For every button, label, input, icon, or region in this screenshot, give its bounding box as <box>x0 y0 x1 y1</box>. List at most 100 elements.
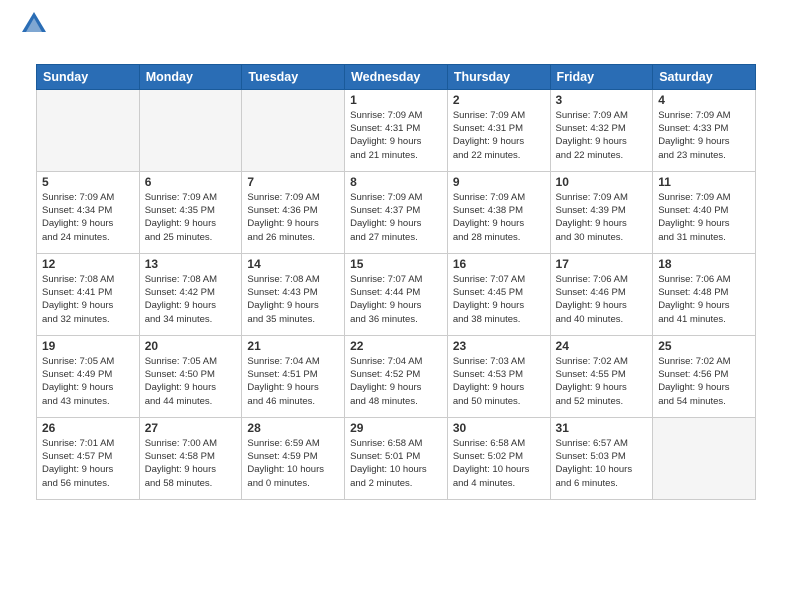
logo-icon <box>20 10 48 38</box>
day-info: Sunrise: 7:09 AM Sunset: 4:31 PM Dayligh… <box>350 109 442 162</box>
day-info: Sunrise: 7:04 AM Sunset: 4:52 PM Dayligh… <box>350 355 442 408</box>
day-cell: 4Sunrise: 7:09 AM Sunset: 4:33 PM Daylig… <box>653 89 756 171</box>
day-cell: 10Sunrise: 7:09 AM Sunset: 4:39 PM Dayli… <box>550 171 653 253</box>
day-number: 17 <box>556 257 648 271</box>
day-cell: 30 Sunrise: 6:58 AM Sunset: 5:02 PM Dayli… <box>447 417 550 499</box>
day-cell <box>37 89 140 171</box>
day-info: Sunrise: 7:08 AM Sunset: 4:42 PM Dayligh… <box>145 273 237 326</box>
day-cell <box>139 89 242 171</box>
day-number: 16 <box>453 257 545 271</box>
day-cell: 2Sunrise: 7:09 AM Sunset: 4:31 PM Daylig… <box>447 89 550 171</box>
day-number: 11 <box>658 175 750 189</box>
day-cell: 9Sunrise: 7:09 AM Sunset: 4:38 PM Daylig… <box>447 171 550 253</box>
day-number: 7 <box>247 175 339 189</box>
day-number: 26 <box>42 421 134 435</box>
weekday-sunday: Sunday <box>37 64 140 89</box>
week-row-3: 12 Sunrise: 7:08 AM Sunset: 4:41 PM Dayli… <box>37 253 756 335</box>
day-info: Sunrise: 7:09 AM Sunset: 4:37 PM Dayligh… <box>350 191 442 244</box>
logo <box>18 10 48 58</box>
day-number: 2 <box>453 93 545 107</box>
weekday-tuesday: Tuesday <box>242 64 345 89</box>
weekday-header-row: SundayMondayTuesdayWednesdayThursdayFrid… <box>37 64 756 89</box>
day-cell: 1 Sunrise: 7:09 AM Sunset: 4:31 PM Daylig… <box>345 89 448 171</box>
day-info: Sunrise: 7:01 AM Sunset: 4:57 PM Dayligh… <box>42 437 134 490</box>
weekday-wednesday: Wednesday <box>345 64 448 89</box>
day-info: Sunrise: 7:07 AM Sunset: 4:44 PM Dayligh… <box>350 273 442 326</box>
day-cell: 28Sunrise: 6:59 AM Sunset: 4:59 PM Dayli… <box>242 417 345 499</box>
day-number: 20 <box>145 339 237 353</box>
day-info: Sunrise: 7:09 AM Sunset: 4:40 PM Dayligh… <box>658 191 750 244</box>
day-cell: 17 Sunrise: 7:06 AM Sunset: 4:46 PM Dayli… <box>550 253 653 335</box>
day-info: Sunrise: 7:05 AM Sunset: 4:50 PM Dayligh… <box>145 355 237 408</box>
day-number: 5 <box>42 175 134 189</box>
day-number: 19 <box>42 339 134 353</box>
day-info: Sunrise: 7:07 AM Sunset: 4:45 PM Dayligh… <box>453 273 545 326</box>
logo-text <box>18 10 48 58</box>
day-info: Sunrise: 7:06 AM Sunset: 4:46 PM Dayligh… <box>556 273 648 326</box>
day-info: Sunrise: 7:05 AM Sunset: 4:49 PM Dayligh… <box>42 355 134 408</box>
day-cell: 13 Sunrise: 7:08 AM Sunset: 4:42 PM Dayli… <box>139 253 242 335</box>
day-number: 24 <box>556 339 648 353</box>
day-info: Sunrise: 7:04 AM Sunset: 4:51 PM Dayligh… <box>247 355 339 408</box>
week-row-2: 5 Sunrise: 7:09 AM Sunset: 4:34 PM Daylig… <box>37 171 756 253</box>
day-cell: 24 Sunrise: 7:02 AM Sunset: 4:55 PM Dayli… <box>550 335 653 417</box>
day-info: Sunrise: 7:03 AM Sunset: 4:53 PM Dayligh… <box>453 355 545 408</box>
day-info: Sunrise: 6:57 AM Sunset: 5:03 PM Dayligh… <box>556 437 648 490</box>
day-number: 21 <box>247 339 339 353</box>
day-number: 31 <box>556 421 648 435</box>
day-cell: 6 Sunrise: 7:09 AM Sunset: 4:35 PM Daylig… <box>139 171 242 253</box>
day-cell: 14 Sunrise: 7:08 AM Sunset: 4:43 PM Dayli… <box>242 253 345 335</box>
day-cell: 7 Sunrise: 7:09 AM Sunset: 4:36 PM Daylig… <box>242 171 345 253</box>
day-cell: 16 Sunrise: 7:07 AM Sunset: 4:45 PM Dayli… <box>447 253 550 335</box>
day-cell: 21 Sunrise: 7:04 AM Sunset: 4:51 PM Dayli… <box>242 335 345 417</box>
day-info: Sunrise: 7:09 AM Sunset: 4:36 PM Dayligh… <box>247 191 339 244</box>
day-cell: 29Sunrise: 6:58 AM Sunset: 5:01 PM Dayli… <box>345 417 448 499</box>
day-number: 12 <box>42 257 134 271</box>
day-cell: 8 Sunrise: 7:09 AM Sunset: 4:37 PM Daylig… <box>345 171 448 253</box>
day-cell: 27Sunrise: 7:00 AM Sunset: 4:58 PM Dayli… <box>139 417 242 499</box>
day-info: Sunrise: 7:02 AM Sunset: 4:55 PM Dayligh… <box>556 355 648 408</box>
day-cell: 19 Sunrise: 7:05 AM Sunset: 4:49 PM Dayli… <box>37 335 140 417</box>
day-number: 23 <box>453 339 545 353</box>
day-info: Sunrise: 7:08 AM Sunset: 4:43 PM Dayligh… <box>247 273 339 326</box>
day-number: 1 <box>350 93 442 107</box>
day-info: Sunrise: 6:58 AM Sunset: 5:02 PM Dayligh… <box>453 437 545 490</box>
day-cell: 20 Sunrise: 7:05 AM Sunset: 4:50 PM Dayli… <box>139 335 242 417</box>
day-cell: 11 Sunrise: 7:09 AM Sunset: 4:40 PM Dayli… <box>653 171 756 253</box>
weekday-saturday: Saturday <box>653 64 756 89</box>
day-number: 6 <box>145 175 237 189</box>
week-row-4: 19 Sunrise: 7:05 AM Sunset: 4:49 PM Dayli… <box>37 335 756 417</box>
day-number: 30 <box>453 421 545 435</box>
weekday-monday: Monday <box>139 64 242 89</box>
day-info: Sunrise: 7:00 AM Sunset: 4:58 PM Dayligh… <box>145 437 237 490</box>
page: SundayMondayTuesdayWednesdayThursdayFrid… <box>0 0 792 612</box>
calendar-wrapper: SundayMondayTuesdayWednesdayThursdayFrid… <box>0 64 792 500</box>
calendar-table: SundayMondayTuesdayWednesdayThursdayFrid… <box>36 64 756 500</box>
day-cell: 23 Sunrise: 7:03 AM Sunset: 4:53 PM Dayli… <box>447 335 550 417</box>
header <box>0 0 792 64</box>
day-number: 13 <box>145 257 237 271</box>
day-number: 4 <box>658 93 750 107</box>
day-cell <box>653 417 756 499</box>
day-number: 15 <box>350 257 442 271</box>
day-number: 8 <box>350 175 442 189</box>
day-cell: 31 Sunrise: 6:57 AM Sunset: 5:03 PM Dayli… <box>550 417 653 499</box>
day-cell: 5 Sunrise: 7:09 AM Sunset: 4:34 PM Daylig… <box>37 171 140 253</box>
day-cell: 15 Sunrise: 7:07 AM Sunset: 4:44 PM Dayli… <box>345 253 448 335</box>
day-cell: 26 Sunrise: 7:01 AM Sunset: 4:57 PM Dayli… <box>37 417 140 499</box>
day-info: Sunrise: 7:09 AM Sunset: 4:39 PM Dayligh… <box>556 191 648 244</box>
day-cell: 12 Sunrise: 7:08 AM Sunset: 4:41 PM Dayli… <box>37 253 140 335</box>
day-info: Sunrise: 7:09 AM Sunset: 4:35 PM Dayligh… <box>145 191 237 244</box>
day-number: 9 <box>453 175 545 189</box>
day-info: Sunrise: 7:09 AM Sunset: 4:34 PM Dayligh… <box>42 191 134 244</box>
day-cell: 22Sunrise: 7:04 AM Sunset: 4:52 PM Dayli… <box>345 335 448 417</box>
day-info: Sunrise: 6:59 AM Sunset: 4:59 PM Dayligh… <box>247 437 339 490</box>
day-info: Sunrise: 7:08 AM Sunset: 4:41 PM Dayligh… <box>42 273 134 326</box>
day-info: Sunrise: 7:02 AM Sunset: 4:56 PM Dayligh… <box>658 355 750 408</box>
day-number: 14 <box>247 257 339 271</box>
weekday-thursday: Thursday <box>447 64 550 89</box>
day-cell: 25Sunrise: 7:02 AM Sunset: 4:56 PM Dayli… <box>653 335 756 417</box>
week-row-1: 1 Sunrise: 7:09 AM Sunset: 4:31 PM Daylig… <box>37 89 756 171</box>
day-info: Sunrise: 6:58 AM Sunset: 5:01 PM Dayligh… <box>350 437 442 490</box>
day-cell <box>242 89 345 171</box>
